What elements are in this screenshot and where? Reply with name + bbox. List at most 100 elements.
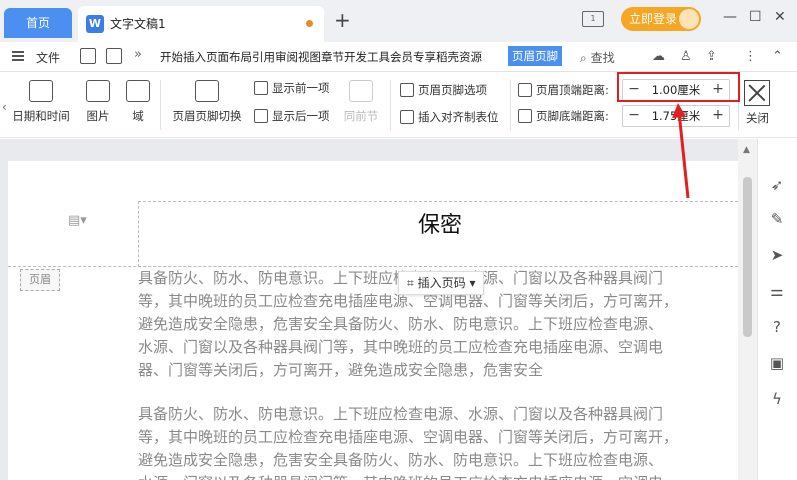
cursor-icon[interactable]: ➤ xyxy=(767,245,787,265)
picture-button[interactable]: 图片 xyxy=(78,80,118,124)
writer-icon: W xyxy=(86,15,104,33)
options-icon xyxy=(400,83,414,97)
footer-bottom-distance-value[interactable]: 1.75厘米 xyxy=(645,106,707,126)
same-as-previous-label: 同前节 xyxy=(343,109,379,123)
share-user-icon[interactable]: ♙ xyxy=(680,49,692,64)
share-icon[interactable]: ⇪ xyxy=(706,49,717,64)
body-line[interactable]: 避免造成安全隐患，危害安全具备防火、防水、防电意识。上下班应检查电源、 xyxy=(138,449,738,471)
show-previous-label: 显示前一项 xyxy=(272,81,330,95)
header-doc-icon[interactable]: ▤▾ xyxy=(68,213,87,228)
document-page[interactable]: ▤▾ 保密 页眉 具备防火、防水、防电意识。上下班应检查电源、水源、门窗以及各种… xyxy=(8,161,738,480)
menu-tab[interactable]: 稻壳资源 xyxy=(436,49,482,65)
image-icon[interactable]: ▣ xyxy=(767,353,787,373)
menu-tab[interactable]: 审阅 xyxy=(275,49,298,65)
insert-page-number-button[interactable]: ⌗ 插入页码 ▾ xyxy=(398,271,485,295)
window-layout-icon[interactable]: 1 xyxy=(582,11,604,27)
menu-bar: 文件 » 开始 插入 页面布局 引用 审阅 视图 章节 开发工具 会员专享 稻壳资源 xyxy=(0,42,797,72)
highlight-box xyxy=(617,72,740,102)
unsaved-dot-icon xyxy=(306,20,313,27)
footer-bottom-distance-label: 页脚底端距离: xyxy=(518,108,609,124)
rocket-icon[interactable]: ➶ xyxy=(767,175,787,195)
document-workspace: ▤▾ 保密 页眉 具备防火、防水、防电意识。上下班应检查电源、水源、门窗以及各种… xyxy=(0,139,757,480)
more-tools-icon[interactable]: » xyxy=(134,47,142,62)
help-icon[interactable]: ? xyxy=(767,317,787,337)
body-line[interactable]: 等，其中晚班的员工应检查充电插座电源、空调电器、门窗等关闭后，方可离开， xyxy=(138,426,738,448)
menu-tab[interactable]: 开发工具 xyxy=(344,49,390,65)
home-tab[interactable]: 首页 xyxy=(4,8,72,38)
minimize-button[interactable]: — xyxy=(723,9,737,25)
next-item-icon xyxy=(254,109,268,123)
field-icon xyxy=(126,80,150,102)
date-time-label: 日期和时间 xyxy=(12,109,70,123)
menu-tab[interactable]: 开始 xyxy=(160,49,183,65)
header-top-distance-label: 页眉顶端距离: xyxy=(518,82,609,98)
file-menu[interactable]: 文件 xyxy=(36,49,60,66)
right-sidebar: ➶ ✎ ➤ ⚌ ? ▣ ϟ xyxy=(757,139,797,480)
login-button[interactable]: 立即登录 xyxy=(621,7,701,31)
body-line[interactable]: 水源、门窗以及各种器具阀门等，其中晚班的员工应检查充电插座电源、空调电 xyxy=(138,336,738,358)
scrollbar-thumb[interactable] xyxy=(743,177,752,337)
body-line[interactable]: 具备防火、防水、防电意识。上下班应检查电源、水源、门窗以及各种器具阀门 xyxy=(138,403,738,425)
collapse-ribbon-icon[interactable]: ⌃ xyxy=(772,49,783,64)
menu-tab[interactable]: 章节 xyxy=(321,49,344,65)
same-as-previous-button[interactable]: 同前节 xyxy=(340,80,382,124)
body-line[interactable]: 水源、门窗以及各种器具阀门等，其中晚班的员工应检查充电插座电源、空调电 xyxy=(138,472,738,480)
document-tab[interactable]: W 文字文稿1 xyxy=(78,6,324,42)
ribbon-tabs: 开始 插入 页面布局 引用 审阅 视图 章节 开发工具 会员专享 稻壳资源 xyxy=(160,49,482,65)
page-number-icon: ⌗ xyxy=(407,276,414,290)
export-icon[interactable] xyxy=(106,48,122,64)
menu-tab[interactable]: 会员专享 xyxy=(390,49,436,65)
bolt-icon[interactable]: ϟ xyxy=(767,389,787,409)
new-tab-button[interactable]: + xyxy=(334,8,351,32)
field-label: 域 xyxy=(132,109,144,123)
show-next-button[interactable]: 显示后一项 xyxy=(254,108,330,124)
menu-tab[interactable]: 页面布局 xyxy=(206,49,252,65)
search-button[interactable]: ⌕ 查找 xyxy=(580,49,615,66)
more-menu-icon[interactable]: ⋮ xyxy=(744,49,757,64)
pen-icon[interactable]: ✎ xyxy=(767,209,787,229)
maximize-button[interactable]: ☐ xyxy=(749,9,762,25)
decrease-button[interactable]: − xyxy=(623,106,645,126)
vertical-scrollbar[interactable]: ▲ xyxy=(738,139,757,480)
body-line[interactable]: 避免造成安全隐患，危害安全具备防火、防水、防电意识。上下班应检查电源、 xyxy=(138,313,738,335)
header-footer-switch-button[interactable]: 页眉页脚切换 xyxy=(168,80,246,124)
divider xyxy=(390,80,391,130)
increase-button[interactable]: + xyxy=(707,106,729,126)
field-button[interactable]: 域 xyxy=(124,80,152,124)
sliders-icon[interactable]: ⚌ xyxy=(767,281,787,301)
switch-header-footer-icon xyxy=(195,80,219,102)
header-tag: 页眉 xyxy=(20,269,60,291)
close-header-footer-label[interactable]: 关闭 xyxy=(746,110,769,126)
tab-header-footer[interactable]: 页眉页脚 xyxy=(508,46,562,66)
header-footer-options-label: 页眉页脚选项 xyxy=(418,83,487,97)
ribbon-scroll-left-icon[interactable]: ‹ xyxy=(2,100,7,114)
picture-label: 图片 xyxy=(86,109,110,123)
document-tab-title: 文字文稿1 xyxy=(110,17,166,31)
insert-align-tab-label: 插入对齐制表位 xyxy=(418,110,499,124)
search-label: 查找 xyxy=(590,51,615,65)
hamburger-icon[interactable] xyxy=(12,51,24,61)
divider xyxy=(510,80,511,130)
close-header-footer-icon[interactable] xyxy=(744,80,770,106)
header-text[interactable]: 保密 xyxy=(418,207,462,239)
menu-tab[interactable]: 视图 xyxy=(298,49,321,65)
footer-bottom-distance-stepper[interactable]: − 1.75厘米 + xyxy=(622,105,730,127)
date-time-button[interactable]: 日期和时间 xyxy=(10,80,72,124)
close-window-button[interactable]: ✕ xyxy=(774,9,786,25)
previous-item-icon xyxy=(254,81,268,95)
save-icon[interactable] xyxy=(80,48,96,64)
avatar xyxy=(679,9,699,29)
body-line[interactable]: 器、门窗等关闭后，方可离开，避免造成安全隐患，危害安全 xyxy=(138,359,738,381)
insert-align-tab-button[interactable]: 插入对齐制表位 xyxy=(400,109,499,125)
header-footer-options-button[interactable]: 页眉页脚选项 xyxy=(400,82,487,98)
title-bar: 首页 W 文字文稿1 + 1 立即登录 — ☐ ✕ xyxy=(0,0,797,42)
link-previous-icon xyxy=(349,80,373,102)
scroll-up-icon[interactable]: ▲ xyxy=(743,145,750,155)
insert-page-number-label: 插入页码 xyxy=(417,276,466,290)
header-distance-icon xyxy=(518,83,532,97)
cloud-sync-icon[interactable]: ☁ xyxy=(652,49,665,64)
show-previous-button[interactable]: 显示前一项 xyxy=(254,80,330,96)
login-label: 立即登录 xyxy=(629,12,678,26)
menu-tab[interactable]: 引用 xyxy=(252,49,275,65)
menu-tab[interactable]: 插入 xyxy=(183,49,206,65)
